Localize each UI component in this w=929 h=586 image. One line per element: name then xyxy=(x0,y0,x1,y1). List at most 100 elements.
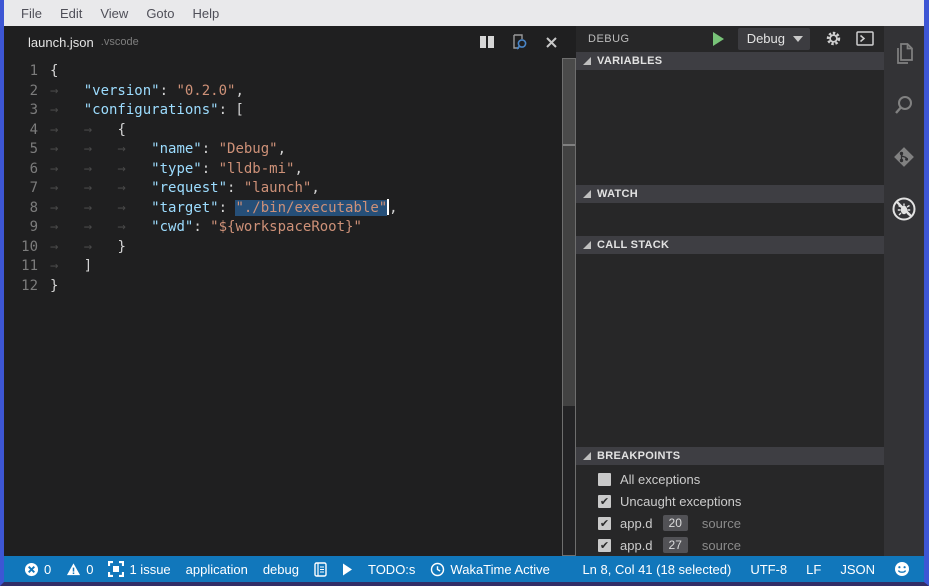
status-label: WakaTime Active xyxy=(450,562,549,577)
gear-icon[interactable] xyxy=(824,30,842,48)
breakpoint-row[interactable]: ✔app.d20source xyxy=(576,512,884,534)
breakpoint-checkbox[interactable]: ✔ xyxy=(598,539,611,552)
status-encoding[interactable]: UTF-8 xyxy=(750,562,787,577)
breakpoint-hint: source xyxy=(702,538,741,553)
line-number[interactable]: 11 xyxy=(4,257,50,277)
open-preview-icon[interactable] xyxy=(510,33,528,51)
status-errors[interactable]: 0 xyxy=(24,562,51,577)
code-line[interactable]: 11→ ] xyxy=(4,257,576,277)
breakpoint-row[interactable]: ✔Uncaught exceptions xyxy=(576,490,884,512)
status-label: application xyxy=(186,562,248,577)
code-line[interactable]: 3→ "configurations": [ xyxy=(4,101,576,121)
close-icon[interactable] xyxy=(542,33,560,51)
code-line[interactable]: 4→ → { xyxy=(4,121,576,141)
menu-item-file[interactable]: File xyxy=(12,6,51,21)
status-eol[interactable]: LF xyxy=(806,562,821,577)
code-line[interactable]: 8→ → → "target": "./bin/executable", xyxy=(4,199,576,219)
tab-folder-hint: .vscode xyxy=(101,36,139,48)
status-run[interactable] xyxy=(342,563,353,576)
code-line[interactable]: 5→ → → "name": "Debug", xyxy=(4,140,576,160)
scrollbar-track-fill xyxy=(563,146,575,406)
breakpoint-checkbox[interactable]: ✔ xyxy=(598,495,611,508)
status-language-mode[interactable]: JSON xyxy=(840,562,875,577)
line-number[interactable]: 12 xyxy=(4,277,50,297)
line-content: → → → "type": "lldb-mi", xyxy=(50,160,303,180)
smiley-icon xyxy=(894,561,910,577)
status-todos[interactable]: TODO:s xyxy=(368,562,415,577)
status-application[interactable]: application xyxy=(186,562,248,577)
explorer-icon[interactable] xyxy=(891,40,917,66)
line-content: → → → "cwd": "${workspaceRoot}" xyxy=(50,218,362,238)
status-label: 0 xyxy=(86,562,93,577)
git-icon[interactable] xyxy=(891,144,917,170)
section-header-variables[interactable]: VARIABLES xyxy=(576,52,884,70)
line-number[interactable]: 10 xyxy=(4,238,50,258)
status-label: debug xyxy=(263,562,299,577)
line-number[interactable]: 9 xyxy=(4,218,50,238)
status-label: LF xyxy=(806,562,821,577)
split-editor-icon[interactable] xyxy=(478,33,496,51)
chevron-down-icon xyxy=(793,36,803,42)
status-cursor-position[interactable]: Ln 8, Col 41 (18 selected) xyxy=(582,562,731,577)
editor-scrollbar[interactable] xyxy=(562,58,576,556)
scrollbar-slider[interactable] xyxy=(563,59,575,144)
menu-item-edit[interactable]: Edit xyxy=(51,6,91,21)
tab-launch-json[interactable]: launch.json .vscode xyxy=(4,26,151,58)
breakpoint-checkbox[interactable] xyxy=(598,473,611,486)
line-number[interactable]: 2 xyxy=(4,82,50,102)
section-body-breakpoints: All exceptions✔Uncaught exceptions✔app.d… xyxy=(576,465,884,556)
line-content: → → → "request": "launch", xyxy=(50,179,320,199)
section-header-watch[interactable]: WATCH xyxy=(576,185,884,203)
code-line[interactable]: 10→ → } xyxy=(4,238,576,258)
line-number[interactable]: 5 xyxy=(4,140,50,160)
selected-text: "./bin/executable" xyxy=(235,200,387,216)
debug-config-value: Debug xyxy=(747,31,785,46)
breakpoint-row[interactable]: All exceptions xyxy=(576,468,884,490)
code-line[interactable]: 6→ → → "type": "lldb-mi", xyxy=(4,160,576,180)
status-notes[interactable] xyxy=(314,562,327,577)
code-line[interactable]: 2→ "version": "0.2.0", xyxy=(4,82,576,102)
clock-icon xyxy=(430,562,445,577)
section-body-call-stack xyxy=(576,254,884,446)
status-feedback[interactable] xyxy=(894,561,910,577)
menu-item-view[interactable]: View xyxy=(91,6,137,21)
breakpoint-row[interactable]: ✔ app.d 27 source xyxy=(576,534,884,556)
breakpoint-checkbox[interactable]: ✔ xyxy=(598,517,611,530)
tab-bar: launch.json .vscode xyxy=(4,26,576,58)
code-line[interactable]: 9→ → → "cwd": "${workspaceRoot}" xyxy=(4,218,576,238)
line-content: → → { xyxy=(50,121,126,141)
section-body-variables xyxy=(576,70,884,184)
code-editor[interactable]: 1{2→ "version": "0.2.0",3→ "configuratio… xyxy=(4,58,576,556)
line-number[interactable]: 3 xyxy=(4,101,50,121)
status-warnings[interactable]: 0 xyxy=(66,562,93,577)
status-debug-config[interactable]: debug xyxy=(263,562,299,577)
line-content: → "configurations": [ xyxy=(50,101,244,121)
line-content: → → → "target": "./bin/executable", xyxy=(50,199,398,219)
line-content: } xyxy=(50,277,58,297)
code-line[interactable]: 7→ → → "request": "launch", xyxy=(4,179,576,199)
breakpoint-hint: source xyxy=(702,516,741,531)
search-icon[interactable] xyxy=(891,92,917,118)
line-content: → "version": "0.2.0", xyxy=(50,82,244,102)
line-number[interactable]: 8 xyxy=(4,199,50,219)
breakpoint-label: app.d xyxy=(620,538,653,553)
status-issues[interactable]: 1 issue xyxy=(108,561,170,577)
breakpoint-line-badge: 27 xyxy=(663,537,688,553)
menu-item-goto[interactable]: Goto xyxy=(137,6,183,21)
debug-off-icon[interactable] xyxy=(891,196,917,222)
section-header-breakpoints[interactable]: BREAKPOINTS xyxy=(576,447,884,465)
line-number[interactable]: 6 xyxy=(4,160,50,180)
line-number[interactable]: 1 xyxy=(4,62,50,82)
menu-item-help[interactable]: Help xyxy=(184,6,229,21)
code-line[interactable]: 12} xyxy=(4,277,576,297)
line-number[interactable]: 7 xyxy=(4,179,50,199)
section-header-call-stack[interactable]: CALL STACK xyxy=(576,236,884,254)
debug-start-icon[interactable] xyxy=(713,32,724,46)
debug-config-dropdown[interactable]: Debug xyxy=(738,28,810,50)
debug-console-icon[interactable] xyxy=(856,30,874,48)
editor-actions xyxy=(478,33,576,51)
code-line[interactable]: 1{ xyxy=(4,62,576,82)
line-number[interactable]: 4 xyxy=(4,121,50,141)
status-wakatime[interactable]: WakaTime Active xyxy=(430,562,549,577)
status-label: Ln 8, Col 41 (18 selected) xyxy=(582,562,731,577)
